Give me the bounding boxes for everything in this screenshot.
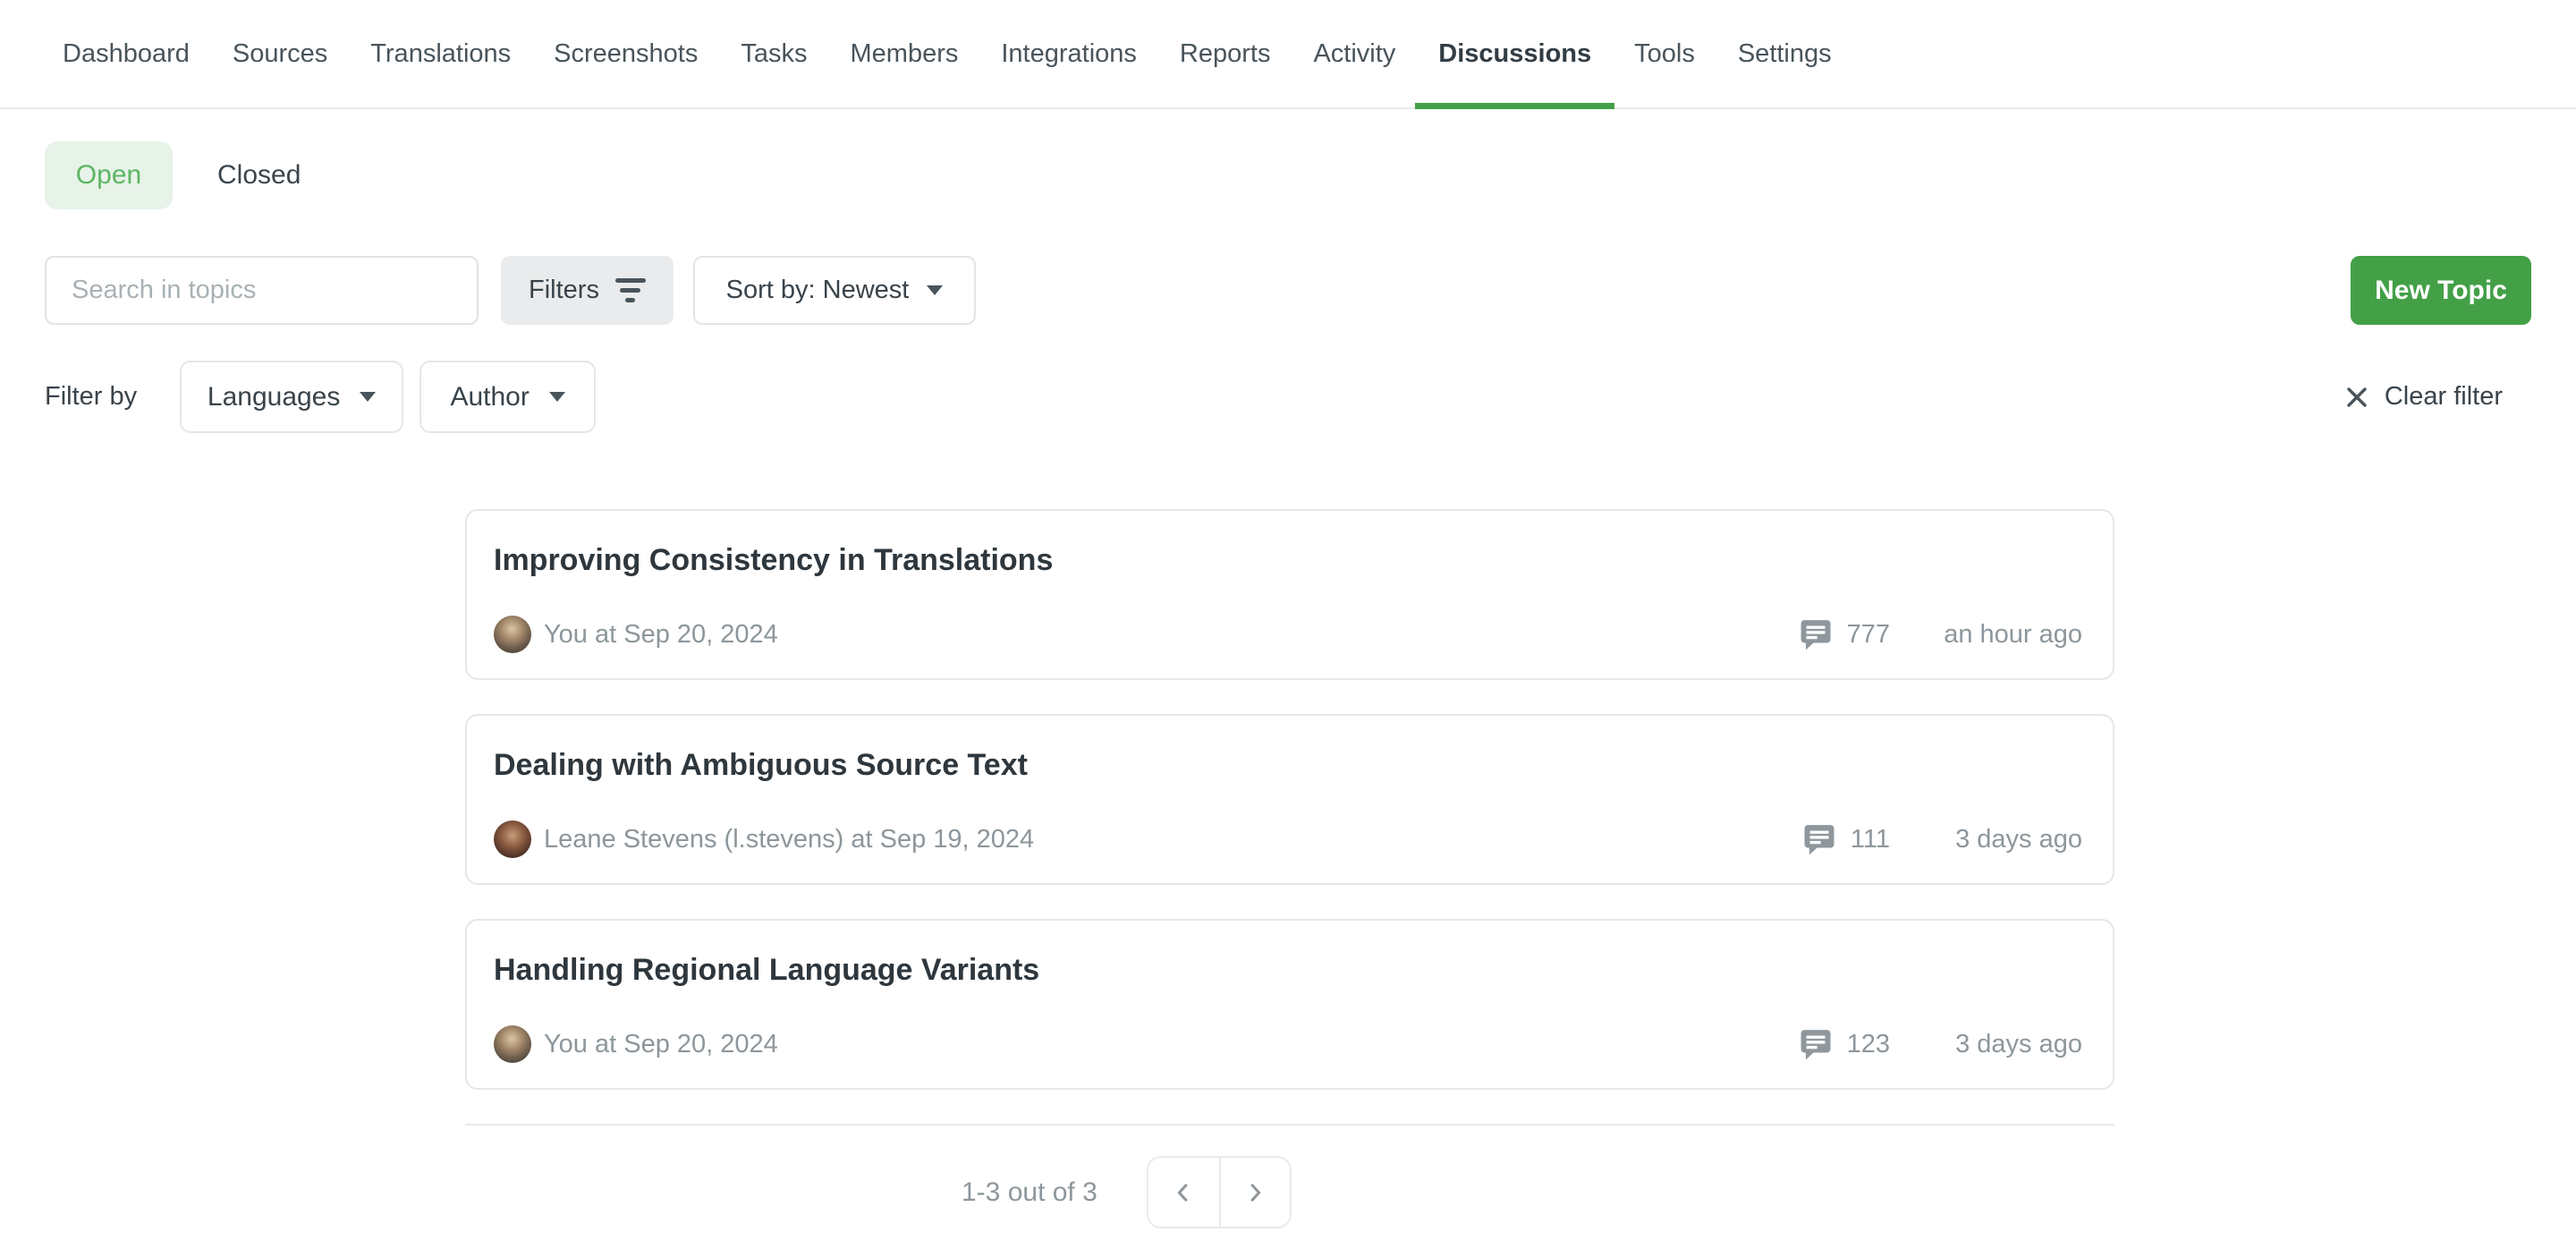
author-dropdown-label: Author — [450, 382, 529, 412]
list-divider — [465, 1124, 2114, 1126]
tab-closed[interactable]: Closed — [217, 160, 301, 191]
top-navigation: Dashboard Sources Translations Screensho… — [0, 0, 2576, 109]
comment-bubble-icon — [1799, 1027, 1833, 1061]
chevron-right-icon — [1242, 1180, 1267, 1205]
avatar — [494, 616, 531, 653]
author-dropdown[interactable]: Author — [419, 361, 596, 433]
nav-item-settings[interactable]: Settings — [1738, 0, 1832, 107]
topic-title-link[interactable]: Dealing with Ambiguous Source Text — [494, 748, 1028, 783]
comment-bubble-icon — [1799, 617, 1833, 651]
topics-list: Improving Consistency in Translations Yo… — [465, 509, 2114, 1228]
languages-dropdown-label: Languages — [208, 382, 340, 412]
caret-down-icon — [927, 285, 943, 295]
pagination: 1-3 out of 3 — [962, 1156, 2114, 1228]
topic-title-link[interactable]: Improving Consistency in Translations — [494, 543, 1053, 578]
nav-item-tasks[interactable]: Tasks — [741, 0, 807, 107]
comment-bubble-icon — [1802, 822, 1836, 856]
next-page-button[interactable] — [1219, 1158, 1290, 1227]
topic-last-activity: 3 days ago — [1890, 1030, 2082, 1059]
filters-button-label: Filters — [529, 276, 599, 305]
topic-card[interactable]: Handling Regional Language Variants You … — [465, 919, 2114, 1090]
topic-last-activity: an hour ago — [1890, 620, 2082, 650]
languages-dropdown[interactable]: Languages — [180, 361, 403, 433]
tab-open[interactable]: Open — [45, 141, 173, 209]
sort-by-dropdown[interactable]: Sort by: Newest — [693, 256, 976, 325]
topic-last-activity: 3 days ago — [1890, 825, 2082, 854]
avatar — [494, 820, 531, 858]
caret-down-icon — [549, 392, 565, 402]
caret-down-icon — [360, 392, 376, 402]
nav-item-discussions-active[interactable]: Discussions — [1438, 0, 1591, 107]
nav-item-dashboard[interactable]: Dashboard — [63, 0, 190, 107]
comment-count: 111 — [1851, 825, 1890, 854]
previous-page-button[interactable] — [1148, 1158, 1219, 1227]
clear-filter-label: Clear filter — [2385, 382, 2503, 412]
topic-meta-row: You at Sep 20, 2024 777 an hour ago — [494, 615, 2082, 654]
topic-card[interactable]: Dealing with Ambiguous Source Text Leane… — [465, 714, 2114, 885]
avatar — [494, 1025, 531, 1063]
nav-item-sources[interactable]: Sources — [233, 0, 327, 107]
sort-by-label: Sort by: Newest — [726, 276, 910, 305]
comment-count-group: 111 — [1802, 822, 1890, 856]
comment-count-group: 123 — [1799, 1027, 1890, 1061]
nav-item-screenshots[interactable]: Screenshots — [554, 0, 698, 107]
topic-title-link[interactable]: Handling Regional Language Variants — [494, 953, 1039, 988]
comment-count: 777 — [1847, 620, 1890, 650]
topic-author-date: You at Sep 20, 2024 — [544, 620, 778, 650]
topic-author-date: You at Sep 20, 2024 — [544, 1030, 778, 1059]
nav-item-activity[interactable]: Activity — [1313, 0, 1395, 107]
nav-item-translations[interactable]: Translations — [370, 0, 511, 107]
topic-meta-row: You at Sep 20, 2024 123 3 days ago — [494, 1024, 2082, 1064]
status-tabs: Open Closed — [45, 141, 2576, 209]
topics-toolbar: Filters Sort by: Newest New Topic — [0, 256, 2576, 325]
topic-meta-row: Leane Stevens (l.stevens) at Sep 19, 202… — [494, 820, 2082, 859]
comment-count-group: 777 — [1799, 617, 1890, 651]
nav-item-tools[interactable]: Tools — [1634, 0, 1695, 107]
new-topic-button[interactable]: New Topic — [2351, 256, 2531, 325]
chevron-left-icon — [1171, 1180, 1196, 1205]
topic-card[interactable]: Improving Consistency in Translations Yo… — [465, 509, 2114, 680]
pagination-buttons — [1147, 1156, 1292, 1228]
nav-item-reports[interactable]: Reports — [1180, 0, 1271, 107]
close-icon — [2343, 384, 2370, 411]
search-input[interactable] — [45, 256, 479, 325]
topic-author-date: Leane Stevens (l.stevens) at Sep 19, 202… — [544, 825, 1034, 854]
pagination-summary: 1-3 out of 3 — [962, 1177, 1097, 1208]
filter-by-label: Filter by — [45, 382, 137, 412]
comment-count: 123 — [1847, 1030, 1890, 1059]
clear-filter-button[interactable]: Clear filter — [2343, 382, 2503, 412]
filter-by-row: Filter by Languages Author Clear filter — [0, 361, 2576, 433]
filters-button[interactable]: Filters — [501, 256, 674, 325]
nav-item-integrations[interactable]: Integrations — [1001, 0, 1137, 107]
nav-item-members[interactable]: Members — [851, 0, 959, 107]
filter-lines-icon — [615, 278, 646, 302]
